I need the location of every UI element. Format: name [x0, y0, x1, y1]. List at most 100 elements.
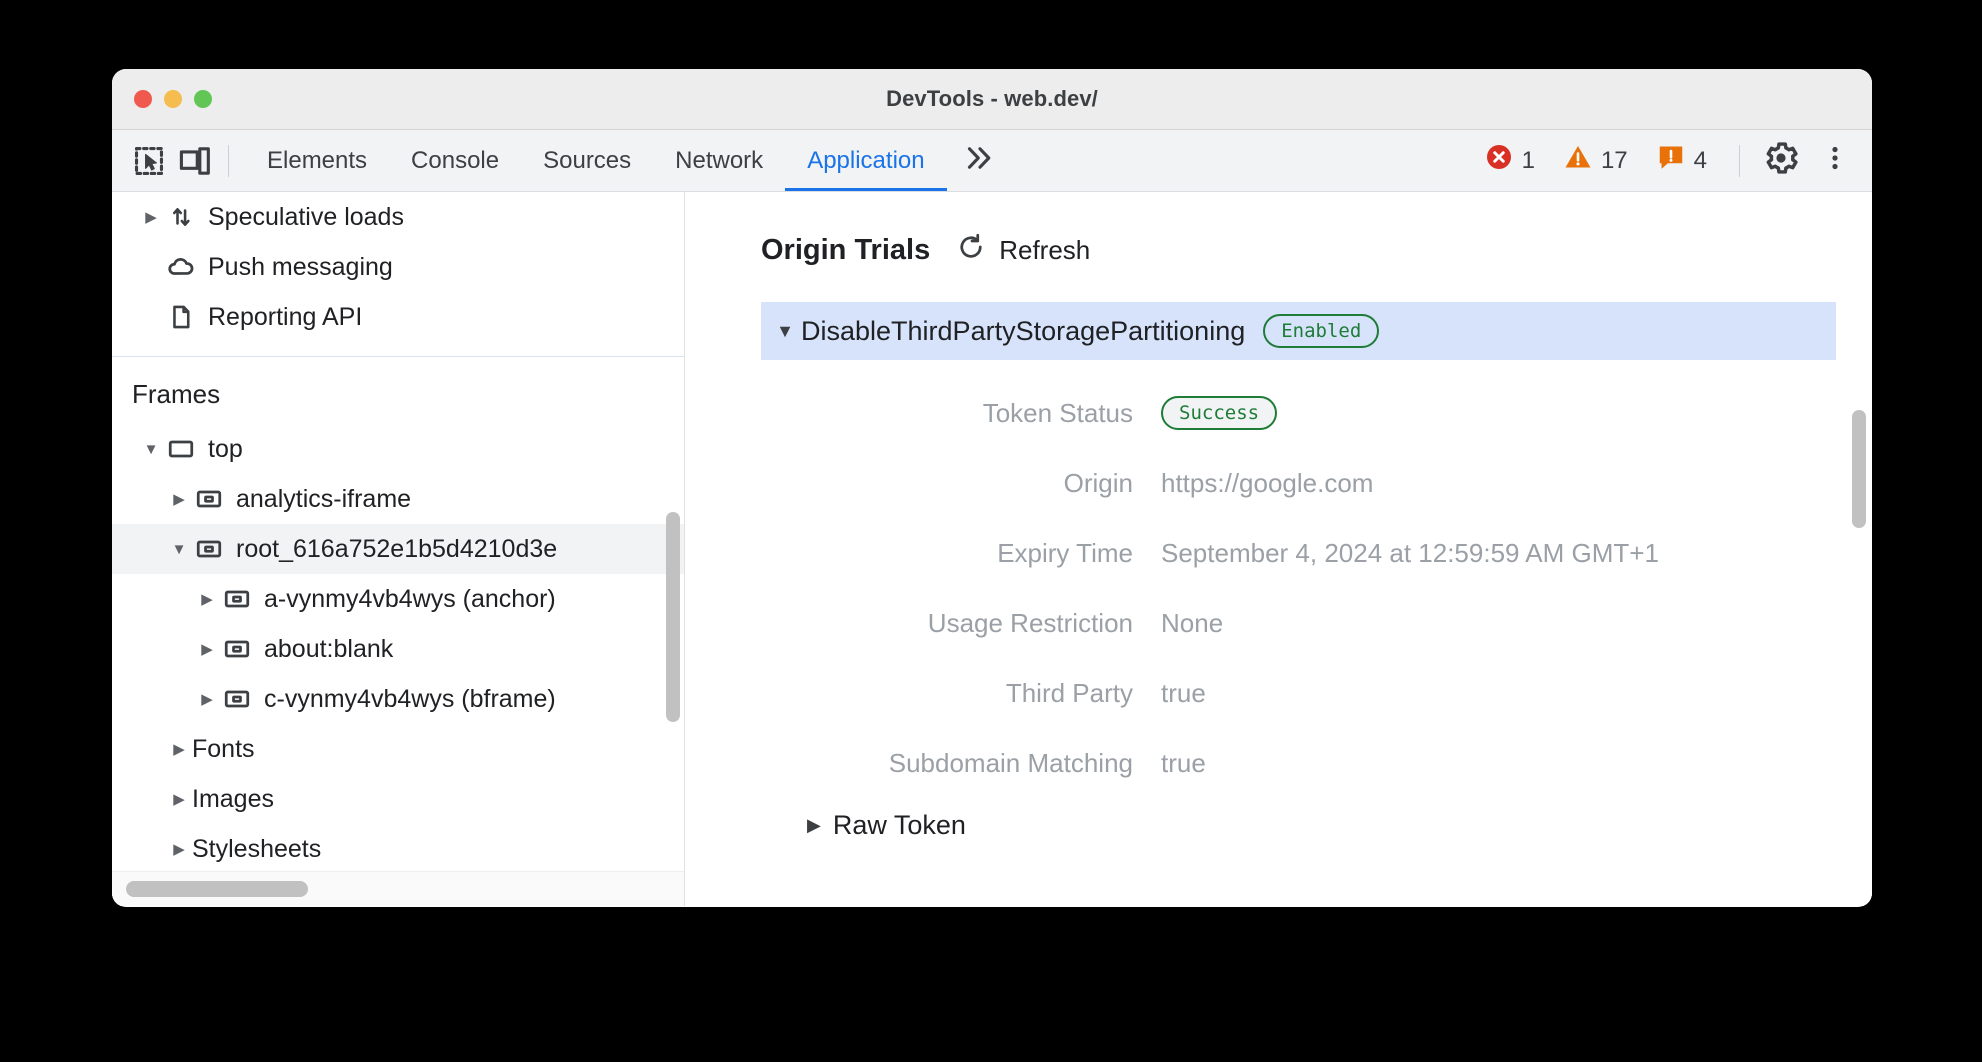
tab-sources-label: Sources — [543, 147, 631, 175]
chevron-right-icon[interactable]: ▶ — [196, 642, 218, 657]
toolbar-divider — [228, 145, 229, 177]
close-window-button[interactable] — [134, 90, 152, 108]
chevron-right-icon[interactable]: ▶ — [168, 492, 190, 507]
tab-elements-label: Elements — [267, 147, 367, 175]
chevron-down-icon[interactable]: ▼ — [773, 321, 797, 342]
sidebar-item-frame-a-anchor[interactable]: ▶ a-vynmy4vb4wys (anchor) — [112, 574, 684, 624]
sidebar-horizontal-scrollbar-thumb[interactable] — [126, 881, 308, 897]
tab-network[interactable]: Network — [653, 130, 785, 191]
sidebar-item-frame-root[interactable]: ▼ root_616a752e1b5d4210d3e — [112, 524, 684, 574]
kebab-menu-icon — [1820, 142, 1850, 179]
raw-token-expander[interactable]: ▶ Raw Token — [807, 810, 1836, 841]
maximize-window-button[interactable] — [194, 90, 212, 108]
tab-elements[interactable]: Elements — [245, 130, 389, 191]
minimize-window-button[interactable] — [164, 90, 182, 108]
sidebar-scroll-area: ▶ Speculative loads ▶ — [112, 192, 684, 872]
inspect-element-button[interactable] — [126, 138, 172, 184]
device-toolbar-icon — [178, 144, 212, 178]
traffic-light-buttons — [134, 90, 212, 108]
field-value: September 4, 2024 at 12:59:59 AM GMT+1 — [1161, 538, 1659, 569]
sidebar-item-label: a-vynmy4vb4wys (anchor) — [264, 585, 556, 614]
raw-token-label: Raw Token — [833, 810, 966, 841]
tab-network-label: Network — [675, 147, 763, 175]
error-count: 1 — [1522, 147, 1535, 175]
document-icon — [162, 303, 200, 331]
sidebar-item-frame-top[interactable]: ▼ top — [112, 424, 684, 474]
iframe-icon — [190, 484, 228, 514]
sidebar-item-label: top — [208, 435, 243, 464]
more-tabs-button[interactable] — [947, 130, 1013, 191]
chevron-down-icon[interactable]: ▼ — [168, 542, 190, 557]
tab-console-label: Console — [411, 147, 499, 175]
sidebar-item-images[interactable]: ▶ Images — [112, 774, 684, 824]
sidebar-item-reporting-api[interactable]: ▶ Reporting API — [112, 292, 684, 342]
error-icon — [1484, 142, 1514, 179]
field-value: Success — [1161, 396, 1277, 430]
cloud-icon — [162, 252, 200, 282]
sidebar-item-label: Speculative loads — [208, 203, 404, 232]
issue-counter[interactable]: 4 — [1642, 142, 1721, 179]
sidebar-item-fonts[interactable]: ▶ Fonts — [112, 724, 684, 774]
field-row-subdomain-matching: Subdomain Matching true — [761, 728, 1836, 798]
tab-sources[interactable]: Sources — [521, 130, 653, 191]
warning-counter[interactable]: 17 — [1549, 142, 1642, 179]
tab-application-label: Application — [807, 147, 924, 175]
devtools-body: ▶ Speculative loads ▶ — [112, 192, 1872, 906]
sidebar-item-frame-analytics-iframe[interactable]: ▶ analytics-iframe — [112, 474, 684, 524]
tab-console[interactable]: Console — [389, 130, 521, 191]
sidebar-item-label: Reporting API — [208, 303, 362, 332]
sidebar-horizontal-scrollbar-track[interactable] — [112, 871, 684, 906]
chevron-right-icon[interactable]: ▶ — [168, 792, 190, 807]
refresh-button[interactable]: Refresh — [956, 232, 1090, 269]
error-counter[interactable]: 1 — [1470, 142, 1549, 179]
field-value: true — [1161, 678, 1206, 709]
iframe-icon — [218, 684, 256, 714]
field-label: Subdomain Matching — [761, 748, 1161, 779]
sidebar-vertical-scrollbar[interactable] — [666, 512, 680, 722]
field-label: Origin — [761, 468, 1161, 499]
tab-application[interactable]: Application — [785, 130, 946, 191]
field-label: Expiry Time — [761, 538, 1161, 569]
toggle-device-toolbar-button[interactable] — [172, 138, 218, 184]
devtools-toolbar: Elements Console Sources Network Applica… — [112, 130, 1872, 192]
origin-trials-panel: Origin Trials Refresh ▼ — [685, 192, 1872, 906]
chevron-down-icon[interactable]: ▼ — [140, 442, 162, 457]
double-chevron-right-icon — [961, 141, 995, 180]
origin-trial-name: DisableThirdPartyStoragePartitioning — [801, 316, 1245, 347]
main-vertical-scrollbar[interactable] — [1852, 410, 1866, 528]
sidebar-item-frame-c-bframe[interactable]: ▶ c-vynmy4vb4wys (bframe) — [112, 674, 684, 724]
sidebar-item-label: Stylesheets — [192, 835, 321, 864]
field-value: true — [1161, 748, 1206, 779]
warning-icon — [1563, 142, 1593, 179]
window-titlebar: DevTools - web.dev/ — [112, 69, 1872, 130]
token-status-badge: Success — [1161, 396, 1277, 430]
frames-section-title: Frames — [112, 357, 684, 424]
chevron-right-icon[interactable]: ▶ — [168, 742, 190, 757]
field-row-usage-restriction: Usage Restriction None — [761, 588, 1836, 658]
origin-trial-header-row[interactable]: ▼ DisableThirdPartyStoragePartitioning E… — [761, 302, 1836, 360]
field-row-token-status: Token Status Success — [761, 378, 1836, 448]
chevron-right-icon[interactable]: ▶ — [807, 815, 821, 836]
settings-button[interactable] — [1754, 136, 1808, 186]
application-sidebar: ▶ Speculative loads ▶ — [112, 192, 685, 906]
inspect-element-icon — [132, 144, 166, 178]
field-label: Third Party — [761, 678, 1161, 709]
field-label: Token Status — [761, 398, 1161, 429]
window-title: DevTools - web.dev/ — [112, 86, 1872, 112]
field-row-third-party: Third Party true — [761, 658, 1836, 728]
warning-count: 17 — [1601, 147, 1628, 175]
chevron-right-icon[interactable]: ▶ — [196, 692, 218, 707]
sidebar-item-frame-about-blank[interactable]: ▶ about:blank — [112, 624, 684, 674]
chevron-right-icon[interactable]: ▶ — [140, 210, 162, 225]
sidebar-item-speculative-loads[interactable]: ▶ Speculative loads — [112, 192, 684, 242]
sidebar-item-label: Images — [192, 785, 274, 814]
sidebar-item-push-messaging[interactable]: ▶ Push messaging — [112, 242, 684, 292]
chevron-right-icon[interactable]: ▶ — [196, 592, 218, 607]
sidebar-item-stylesheets[interactable]: ▶ Stylesheets — [112, 824, 684, 872]
issue-icon — [1656, 142, 1686, 179]
origin-trial-status-badge: Enabled — [1263, 314, 1379, 348]
chevron-right-icon[interactable]: ▶ — [168, 842, 190, 857]
more-options-button[interactable] — [1808, 136, 1862, 186]
sidebar-item-label: Push messaging — [208, 253, 393, 282]
panel-tabs: Elements Console Sources Network Applica… — [245, 130, 1013, 191]
